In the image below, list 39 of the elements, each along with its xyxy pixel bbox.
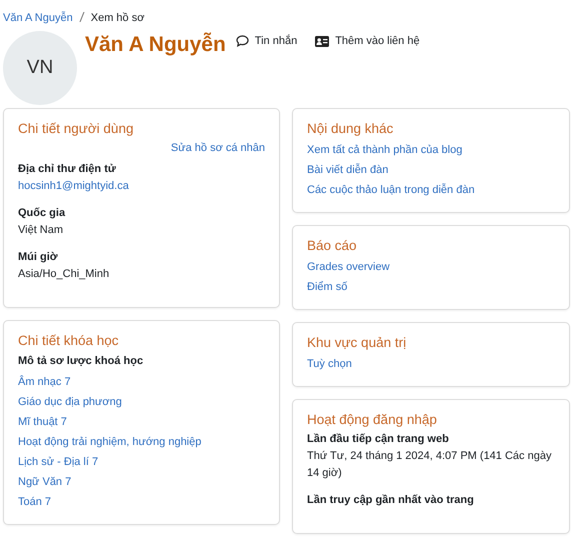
card-link[interactable]: Các cuộc thảo luận trong diễn đàn — [307, 184, 475, 196]
card-title: Nội dung khác — [307, 121, 394, 136]
field-label: Lần truy cập gần nhất vào trang — [307, 493, 475, 508]
card-link[interactable]: Mĩ thuật 7 — [18, 416, 67, 428]
card-link[interactable]: Điểm số — [307, 281, 348, 293]
card-link[interactable]: Ngữ Văn 7 — [18, 476, 72, 488]
field-label: Địa chỉ thư điện tử — [18, 162, 117, 177]
user-name: Văn A Nguyễn — [85, 32, 226, 58]
avatar: VN — [3, 31, 77, 105]
breadcrumb-current: Xem hồ sơ — [90, 12, 144, 24]
section-subheading: Mô tả sơ lược khoá học — [18, 354, 144, 369]
card-link[interactable]: Âm nhạc 7 — [18, 376, 71, 388]
card-link[interactable]: Lịch sử - Địa lí 7 — [18, 456, 98, 468]
card-title: Hoạt động đăng nhập — [307, 412, 438, 427]
field-label: Múi giờ — [18, 250, 59, 265]
field-value: Asia/Ho_Chi_Minh — [18, 267, 110, 282]
speech-bubble-icon — [236, 35, 249, 47]
card-link[interactable]: Xem tất cả thành phần của blog — [307, 144, 462, 156]
card-link[interactable]: Giáo dục địa phương — [18, 396, 122, 408]
card-title: Báo cáo — [307, 238, 358, 253]
field-label: Quốc gia — [18, 206, 66, 221]
field-value: Việt Nam — [18, 223, 64, 238]
card-link[interactable]: Bài viết diễn đàn — [307, 164, 388, 176]
card-link[interactable]: Hoạt động trải nghiệm, hướng nghiệp — [18, 436, 202, 448]
breadcrumb-separator — [78, 12, 85, 24]
card-link[interactable]: Toán 7 — [18, 496, 52, 508]
card-title: Chi tiết khóa học — [18, 333, 120, 348]
card-link[interactable]: Grades overview — [307, 261, 390, 273]
profile-action-link[interactable]: Thêm vào liên hệ — [315, 35, 420, 47]
profile-action-link[interactable]: Tin nhắn — [236, 35, 298, 47]
card-link[interactable]: Tuỳ chọn — [307, 358, 352, 370]
edit-profile-link[interactable]: Sửa hồ sơ cá nhân — [170, 140, 265, 157]
field-label: Lần đầu tiếp cận trang web — [307, 432, 450, 447]
contact-card-icon — [315, 36, 330, 46]
breadcrumb-link[interactable]: Văn A Nguyễn — [3, 12, 73, 24]
card-title: Chi tiết người dùng — [18, 121, 134, 136]
card-title: Khu vực quản trị — [307, 335, 408, 350]
field-value: Thứ Tư, 24 tháng 1 2024, 4:07 PM (141 Các ngày 14 giờ) — [307, 449, 552, 481]
field-value-link[interactable]: hocsinh1@mightyid.ca — [18, 180, 129, 192]
